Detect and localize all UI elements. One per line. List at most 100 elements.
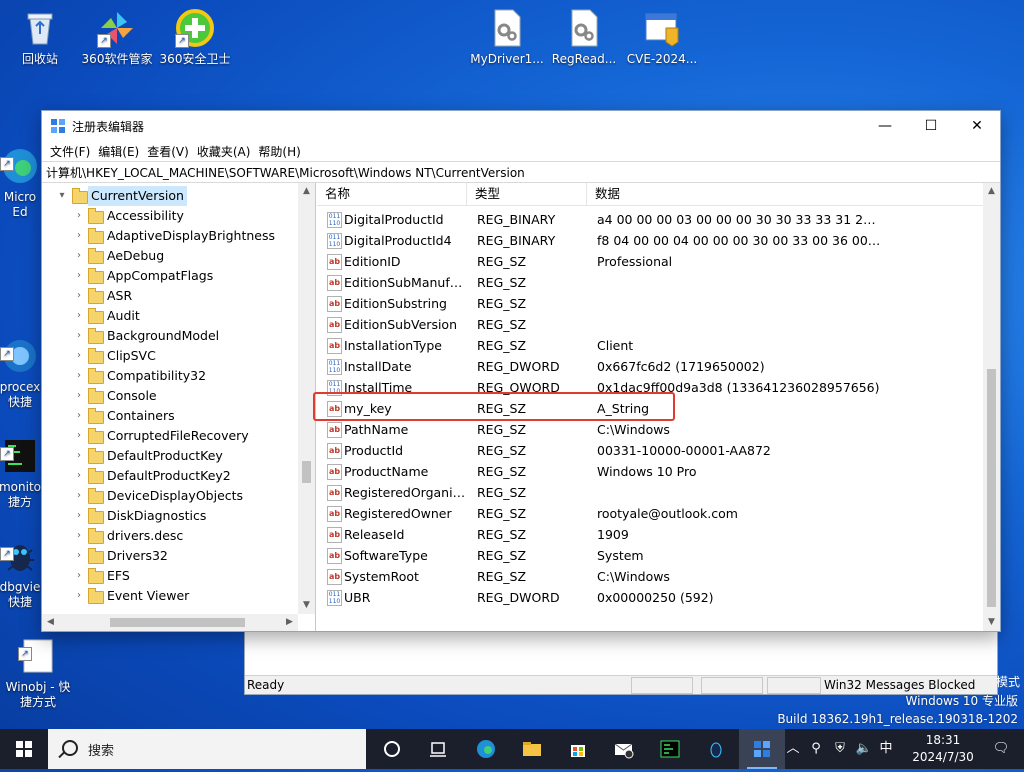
key-tree-pane[interactable]: ▾ CurrentVersion › Accessibility › Adaptive…	[42, 183, 316, 631]
scroll-thumb[interactable]	[987, 369, 996, 607]
value-row[interactable]: ab ReleaseId REG_SZ 1909	[317, 524, 983, 545]
folder-icon	[88, 528, 104, 544]
value-row[interactable]: ab EditionSubstring REG_SZ	[317, 293, 983, 314]
chevron-right-icon[interactable]: ›	[74, 546, 84, 566]
tree-horizontal-scrollbar[interactable]: ◀ ▶	[42, 614, 298, 631]
tray-defender-icon[interactable]: ⛨	[830, 729, 850, 769]
close-button[interactable]: ✕	[954, 111, 1000, 141]
title-bar[interactable]: 注册表编辑器 — ☐ ✕	[42, 111, 1000, 141]
value-type: REG_SZ	[477, 506, 527, 521]
chevron-right-icon[interactable]: ›	[74, 346, 84, 366]
column-header-name[interactable]: 名称	[317, 183, 467, 205]
value-row[interactable]: ab InstallationType REG_SZ Client	[317, 335, 983, 356]
chevron-right-icon[interactable]: ›	[74, 506, 84, 526]
chevron-right-icon[interactable]: ›	[74, 246, 84, 266]
system-clock[interactable]: 18:31 2024/7/30	[908, 732, 978, 766]
chevron-right-icon[interactable]: ›	[74, 526, 84, 546]
registry-editor-window[interactable]: 注册表编辑器 — ☐ ✕ 文件(F) 编辑(E) 查看(V) 收藏夹(A) 帮助…	[41, 110, 1001, 632]
chevron-right-icon[interactable]: ›	[74, 326, 84, 346]
chevron-right-icon[interactable]: ›	[74, 266, 84, 286]
binary-value-icon: 011 110	[327, 590, 342, 606]
chevron-right-icon[interactable]: ›	[74, 566, 84, 586]
value-row[interactable]: ab ProductId REG_SZ 00331-10000-00001-AA872	[317, 440, 983, 461]
menu-edit[interactable]: 编辑(E)	[94, 143, 143, 160]
notification-center-icon[interactable]: 🗨	[986, 729, 1016, 769]
edge-icon	[477, 740, 495, 758]
menu-favorites[interactable]: 收藏夹(A)	[193, 143, 255, 160]
task-view-button-2[interactable]	[415, 729, 461, 769]
tray-network-icon[interactable]: ⚲	[806, 729, 826, 769]
chevron-right-icon[interactable]: ›	[74, 206, 84, 226]
desktop-icon-regread[interactable]: RegRead...	[546, 8, 622, 67]
desktop-icon-360-software-manager[interactable]: ↗ 360软件管家	[79, 8, 155, 67]
maximize-button[interactable]: ☐	[908, 111, 954, 141]
chevron-right-icon[interactable]: ›	[74, 286, 84, 306]
desktop-icon-360-security[interactable]: ↗ 360安全卫士	[157, 8, 233, 67]
address-bar[interactable]: 计算机\HKEY_LOCAL_MACHINE\SOFTWARE\Microsof…	[42, 161, 1000, 183]
value-row[interactable]: 011 110 InstallDate REG_DWORD 0x667fc6d2 (17…	[317, 356, 983, 377]
desktop-icon-cve[interactable]: CVE-2024...	[624, 8, 700, 67]
value-row[interactable]: ab PathName REG_SZ C:\Windows	[317, 419, 983, 440]
ime-indicator[interactable]: 中	[876, 729, 896, 769]
scroll-left-arrow-icon[interactable]: ◀	[42, 614, 59, 631]
scroll-up-arrow-icon[interactable]: ▲	[983, 183, 1000, 200]
value-row[interactable]: ab RegisteredOrganiza... REG_SZ	[317, 482, 983, 503]
tree-item-label: AppCompatFlags	[107, 268, 214, 283]
tray-overflow-chevron-icon[interactable]: ︿	[784, 729, 802, 769]
taskbar-search-box[interactable]: 搜索	[48, 729, 366, 769]
chevron-right-icon[interactable]: ›	[74, 406, 84, 426]
taskbar-file-explorer[interactable]	[509, 729, 555, 769]
value-row[interactable]: ab SystemRoot REG_SZ C:\Windows	[317, 566, 983, 587]
value-row[interactable]: ab SoftwareType REG_SZ System	[317, 545, 983, 566]
value-row[interactable]: ab RegisteredOwner REG_SZ rootyale@outlook.…	[317, 503, 983, 524]
value-row[interactable]: ab EditionSubManufact... REG_SZ	[317, 272, 983, 293]
folder-icon	[88, 408, 104, 424]
value-row[interactable]: ab EditionSubVersion REG_SZ	[317, 314, 983, 335]
value-row[interactable]: ab ProductName REG_SZ Windows 10 Pro	[317, 461, 983, 482]
column-header-type[interactable]: 类型	[467, 183, 587, 205]
taskbar-registry-editor[interactable]	[739, 729, 785, 769]
windows-build-watermark: Build 18362.19h1_release.190318-1202	[777, 712, 1018, 726]
list-vertical-scrollbar[interactable]: ▲ ▼	[983, 183, 1000, 631]
chevron-right-icon[interactable]: ›	[74, 466, 84, 486]
desktop-icon-recycle-bin[interactable]: 回收站	[2, 8, 78, 67]
chevron-right-icon[interactable]: ›	[74, 426, 84, 446]
menu-file[interactable]: 文件(F)	[46, 143, 94, 160]
scroll-up-arrow-icon[interactable]: ▲	[298, 183, 315, 200]
taskbar-mail[interactable]	[601, 729, 647, 769]
chevron-right-icon[interactable]: ›	[74, 486, 84, 506]
tray-volume-icon[interactable]: 🔈	[854, 729, 874, 769]
start-button[interactable]	[0, 729, 48, 769]
scroll-down-arrow-icon[interactable]: ▼	[983, 614, 1000, 631]
chevron-right-icon[interactable]: ›	[74, 306, 84, 326]
desktop-icon-label: 360软件管家	[81, 52, 153, 66]
value-row[interactable]: 011 110 DigitalProductId REG_BINARY a4 00 00…	[317, 209, 983, 230]
menu-view[interactable]: 查看(V)	[143, 143, 193, 160]
scroll-right-arrow-icon[interactable]: ▶	[281, 614, 298, 631]
taskbar-debugview[interactable]	[693, 729, 739, 769]
value-row[interactable]: 011 110 DigitalProductId4 REG_BINARY f8 04 0…	[317, 230, 983, 251]
column-header-data[interactable]: 数据	[587, 183, 987, 205]
value-row[interactable]: 011 110 UBR REG_DWORD 0x00000250 (592)	[317, 587, 983, 608]
chevron-right-icon[interactable]: ›	[74, 586, 84, 606]
tree-item-label: ASR	[107, 288, 133, 303]
scroll-down-arrow-icon[interactable]: ▼	[298, 597, 315, 614]
chevron-right-icon[interactable]: ›	[74, 446, 84, 466]
chevron-right-icon[interactable]: ›	[74, 226, 84, 246]
menu-help[interactable]: 帮助(H)	[254, 143, 304, 160]
chevron-down-icon[interactable]: ▾	[57, 186, 67, 206]
chevron-right-icon[interactable]: ›	[74, 366, 84, 386]
value-row[interactable]: ab EditionID REG_SZ Professional	[317, 251, 983, 272]
value-data: 0x00000250 (592)	[597, 590, 714, 605]
chevron-right-icon[interactable]: ›	[74, 386, 84, 406]
scroll-thumb[interactable]	[110, 618, 245, 627]
task-view-button[interactable]	[369, 729, 415, 769]
scroll-thumb[interactable]	[302, 461, 311, 483]
desktop-icon-mydriver[interactable]: MyDriver1...	[469, 8, 545, 67]
taskbar-edge[interactable]	[463, 729, 509, 769]
taskbar-store[interactable]	[555, 729, 601, 769]
minimize-button[interactable]: —	[862, 111, 908, 141]
address-path[interactable]: 计算机\HKEY_LOCAL_MACHINE\SOFTWARE\Microsof…	[46, 164, 525, 181]
background-window[interactable]: Ready Win32 Messages Blocked	[244, 629, 998, 695]
taskbar-monitor[interactable]	[647, 729, 693, 769]
